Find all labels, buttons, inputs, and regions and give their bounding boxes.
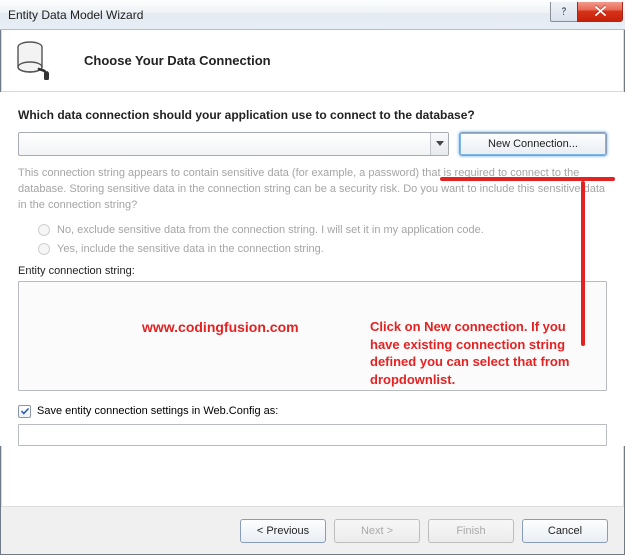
help-icon	[559, 6, 569, 16]
dropdown-arrow[interactable]	[430, 133, 448, 155]
wizard-header: Choose Your Data Connection	[0, 30, 625, 92]
wizard-heading: Choose Your Data Connection	[84, 53, 271, 68]
help-button[interactable]	[550, 2, 578, 22]
radio-icon	[38, 243, 50, 255]
connection-row: New Connection...	[18, 132, 607, 156]
connection-prompt: Which data connection should your applic…	[18, 108, 607, 122]
close-icon	[595, 6, 606, 16]
entity-connection-string[interactable]	[18, 281, 607, 391]
save-settings-checkbox[interactable]	[18, 405, 31, 418]
save-settings-name-input[interactable]	[18, 424, 607, 446]
radio-include-sensitive: Yes, include the sensitive data in the c…	[38, 243, 607, 255]
window-buttons	[551, 2, 623, 22]
previous-button[interactable]: < Previous	[240, 519, 326, 543]
next-button: Next >	[334, 519, 420, 543]
radio-exclude-label: No, exclude sensitive data from the conn…	[57, 224, 484, 236]
window-title: Entity Data Model Wizard	[8, 8, 551, 22]
close-button[interactable]	[577, 2, 623, 22]
titlebar: Entity Data Model Wizard	[0, 0, 625, 30]
wizard-body: Which data connection should your applic…	[0, 92, 625, 446]
sensitive-data-explain: This connection string appears to contai…	[18, 166, 607, 214]
finish-button: Finish	[428, 519, 514, 543]
entity-connection-label: Entity connection string:	[18, 265, 607, 277]
chevron-down-icon	[436, 141, 444, 147]
wizard-footer: < Previous Next > Finish Cancel	[1, 506, 624, 554]
radio-include-label: Yes, include the sensitive data in the c…	[57, 243, 324, 255]
radio-exclude-sensitive: No, exclude sensitive data from the conn…	[38, 224, 607, 236]
radio-icon	[38, 224, 50, 236]
sensitive-radio-group: No, exclude sensitive data from the conn…	[38, 224, 607, 255]
save-settings-label: Save entity connection settings in Web.C…	[37, 405, 278, 417]
cancel-button[interactable]: Cancel	[522, 519, 608, 543]
save-settings-row: Save entity connection settings in Web.C…	[18, 405, 607, 418]
database-icon	[14, 38, 60, 84]
connection-dropdown[interactable]	[18, 132, 449, 156]
new-connection-button[interactable]: New Connection...	[459, 132, 607, 156]
check-icon	[20, 406, 30, 416]
